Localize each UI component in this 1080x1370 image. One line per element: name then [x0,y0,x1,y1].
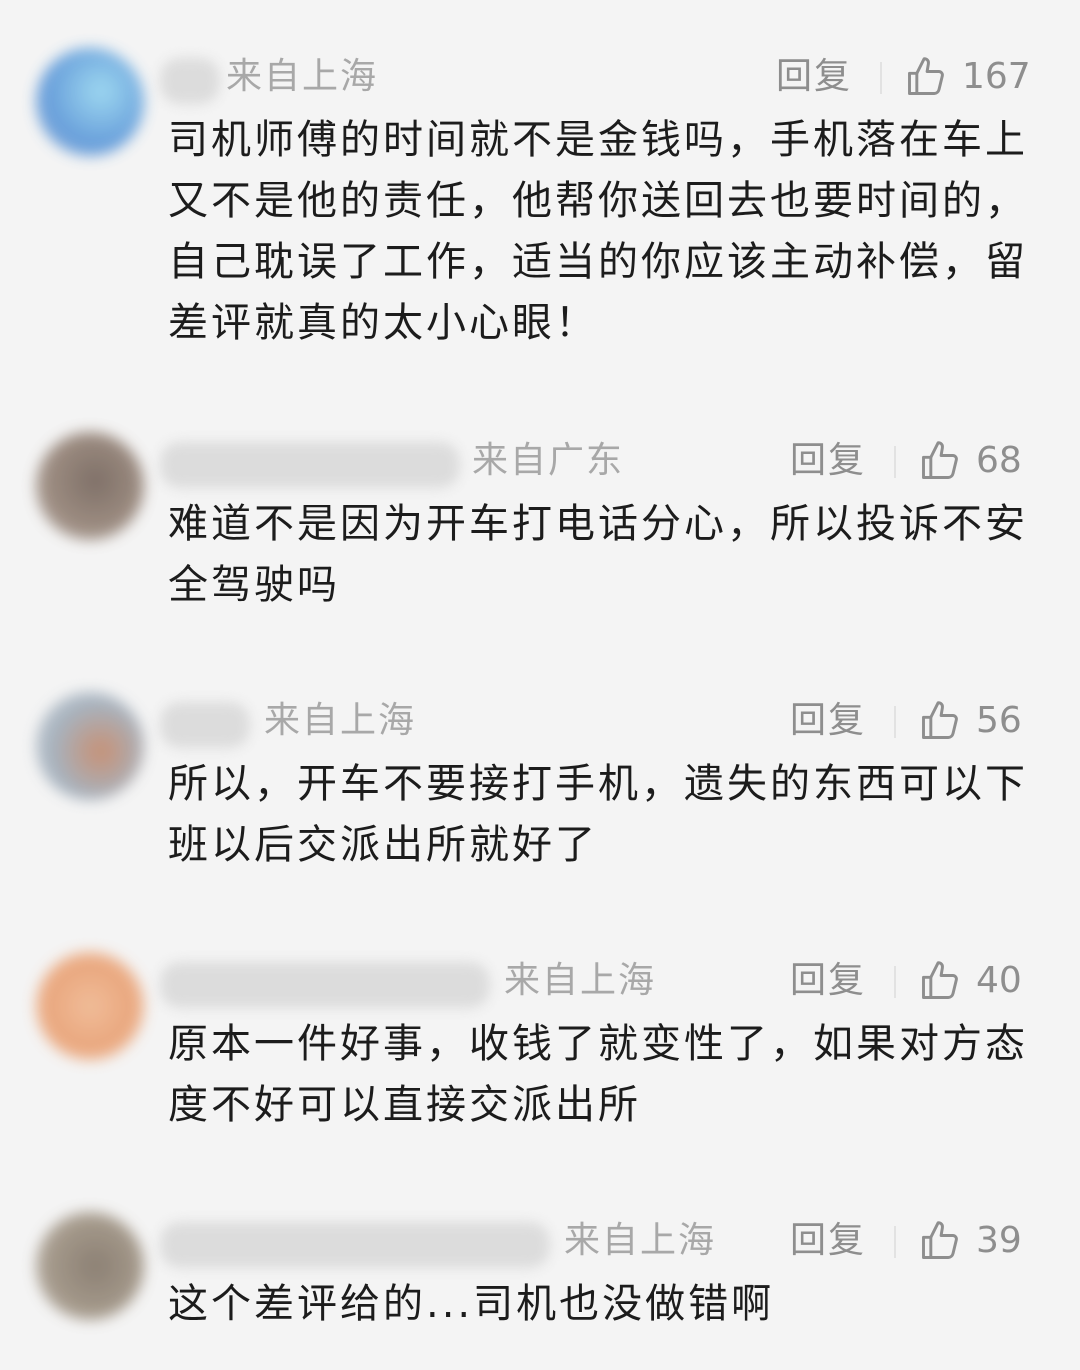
username[interactable] [160,1222,550,1268]
like-count: 39 [976,1220,1022,1261]
location-label: 来自上海 [564,1220,717,1261]
divider [894,1226,896,1258]
comment-meta: 来自上海 回复 167 [0,48,1080,108]
like-count: 56 [976,700,1022,741]
comment-text: 所以，开车不要接打手机，遗失的东西可以下班以后交派出所就好了 [168,761,1028,868]
thumbs-up-icon [918,959,962,1003]
comment-meta: 来自上海 回复 39 [0,1212,1080,1272]
reply-button[interactable]: 回复 [790,1216,866,1266]
reply-button[interactable]: 回复 [776,52,852,102]
divider [894,706,896,738]
comment-text: 难道不是因为开车打电话分心，所以投诉不安全驾驶吗 [168,501,1028,608]
like-button[interactable]: 39 [918,1216,1022,1266]
username[interactable] [160,58,220,104]
divider [880,62,882,94]
like-button[interactable]: 68 [918,436,1022,486]
like-button[interactable]: 167 [904,52,1031,102]
like-count: 167 [962,56,1031,97]
thumbs-up-icon [918,699,962,743]
username[interactable] [160,442,460,488]
like-count: 40 [976,960,1022,1001]
location-label: 来自上海 [226,56,379,97]
divider [894,446,896,478]
reply-button[interactable]: 回复 [790,436,866,486]
reply-button[interactable]: 回复 [790,696,866,746]
location-label: 来自上海 [504,960,657,1001]
comment-meta: 来自上海 回复 56 [0,692,1080,752]
comment-list: 来自上海 回复 167 司机师傅的时间就不是金钱吗，手机落在车上又不是他的责任，… [0,0,1080,1370]
like-button[interactable]: 56 [918,696,1022,746]
username[interactable] [160,962,490,1008]
comment-text: 这个差评给的...司机也没做错啊 [168,1281,775,1327]
comment-meta: 来自上海 回复 40 [0,952,1080,1012]
thumbs-up-icon [918,439,962,483]
divider [894,966,896,998]
comment-text: 司机师傅的时间就不是金钱吗，手机落在车上又不是他的责任，他帮你送回去也要时间的，… [168,117,1028,346]
location-label: 来自广东 [472,440,625,481]
thumbs-up-icon [904,55,948,99]
location-label: 来自上海 [264,700,417,741]
comment-meta: 来自广东 回复 68 [0,432,1080,492]
username[interactable] [160,702,250,748]
comment-text: 原本一件好事，收钱了就变性了，如果对方态度不好可以直接交派出所 [168,1021,1028,1128]
thumbs-up-icon [918,1219,962,1263]
like-count: 68 [976,440,1022,481]
reply-button[interactable]: 回复 [790,956,866,1006]
like-button[interactable]: 40 [918,956,1022,1006]
